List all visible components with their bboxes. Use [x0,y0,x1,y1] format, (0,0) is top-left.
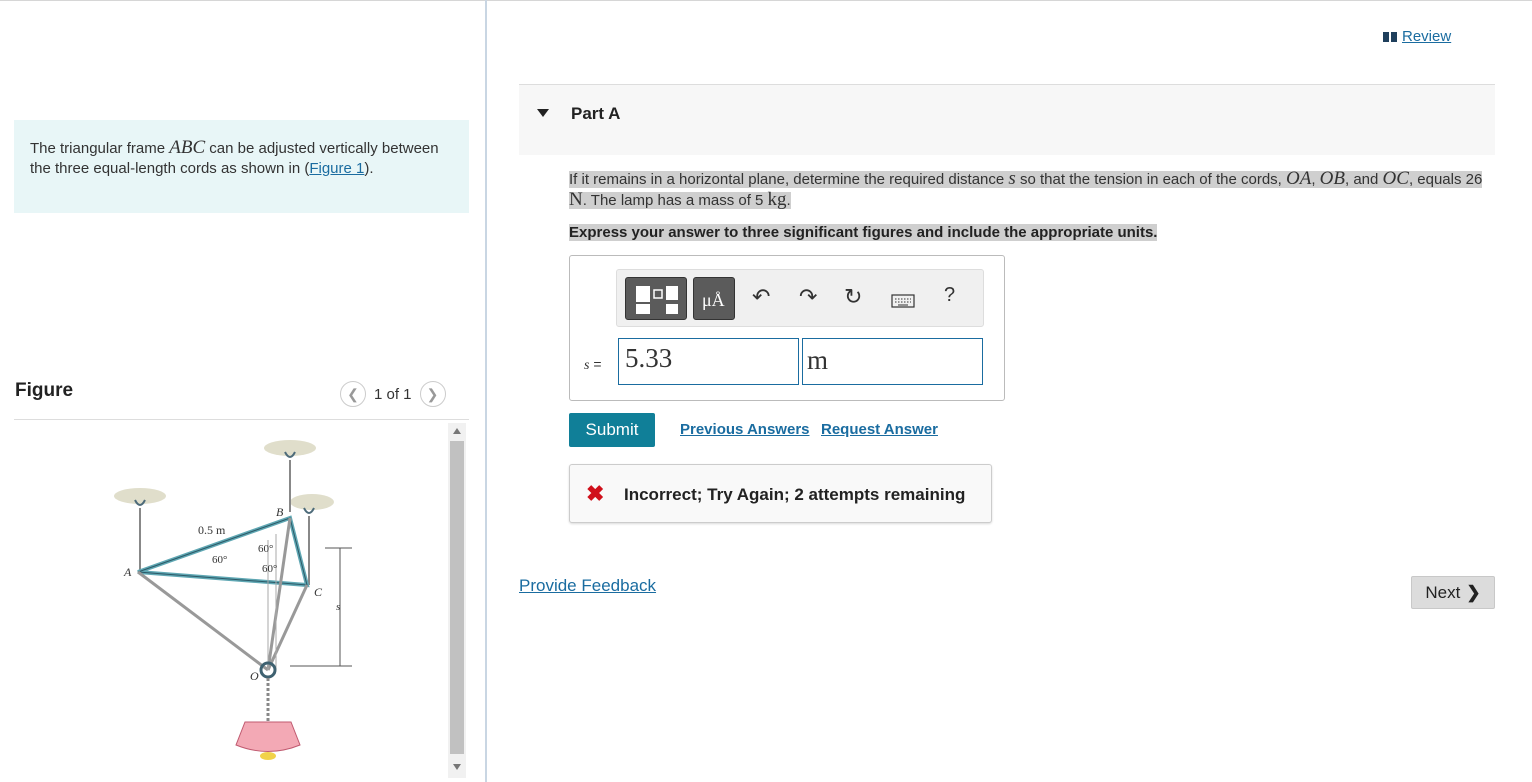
feedback-text: Incorrect; Try Again; 2 attempts remaini… [624,485,966,504]
scroll-down-icon[interactable] [453,764,461,770]
scroll-up-icon[interactable] [453,428,461,434]
point-label: O [250,669,259,683]
problem-intro: The triangular frame ABC can be adjusted… [14,120,469,213]
keyboard-icon[interactable] [891,294,915,308]
feedback-message: ✖ Incorrect; Try Again; 2 attempts remai… [569,464,992,523]
fraction-template-icon [636,286,678,314]
units-icon: μÅ [702,290,725,310]
answer-instructions: Express your answer to three significant… [569,224,1158,241]
dimension-label: s [336,601,340,613]
undo-icon[interactable]: ↶ [752,284,770,310]
chevron-right-icon: ❯ [426,385,439,402]
next-button[interactable]: Next ❯ [1411,576,1495,609]
figure-image: 0.5 m 60° 60° 60° A B C O s [100,430,360,775]
point-label: B [276,505,284,519]
help-icon[interactable]: ? [944,284,955,307]
top-border [0,0,1532,1]
unit-input[interactable]: m [802,338,983,385]
provide-feedback-link[interactable]: Provide Feedback [519,576,656,596]
previous-answers-link[interactable]: Previous Answers [680,421,810,438]
value-input[interactable]: 5.33 [618,338,799,385]
question-text: If it remains in a horizontal plane, det… [569,168,1483,210]
close-icon: ✖ [586,481,605,506]
math-toolbar: μÅ ↶ ↷ ↻ ? [616,269,984,327]
request-answer-link[interactable]: Request Answer [821,421,938,438]
point-label: C [314,585,323,599]
templates-button[interactable] [625,277,687,320]
figure-title: Figure [15,380,74,401]
angle-label: 60° [258,543,273,555]
angle-label: 60° [212,554,227,566]
book-icon [1383,31,1397,42]
distance-label: 0.5 m [198,523,226,537]
caret-down-icon[interactable] [537,109,549,117]
chevron-left-icon: ❮ [347,385,359,402]
figure-link[interactable]: Figure 1 [309,160,364,177]
point-label: A [123,565,132,579]
angle-label: 60° [262,563,277,575]
scroll-thumb[interactable] [450,441,464,754]
prev-figure-button[interactable]: ❮ [340,381,366,407]
review-link[interactable]: Review [1382,28,1451,45]
redo-icon[interactable]: ↷ [799,284,817,310]
submit-button[interactable]: Submit [569,413,655,447]
chevron-right-icon: ❯ [1466,582,1481,602]
part-title: Part A [571,104,621,123]
pane-divider[interactable] [485,0,487,782]
figure-separator [14,419,469,420]
reset-icon[interactable]: ↻ [844,284,862,310]
frame-diagram-icon: 0.5 m 60° 60° 60° A B C O s [114,440,352,760]
variable-label: s = [584,356,602,373]
answer-area: μÅ ↶ ↷ ↻ ? s = 5.33 m [569,255,1005,401]
frame-label: ABC [169,137,206,158]
next-figure-button[interactable]: ❯ [419,381,446,407]
part-header[interactable]: Part A [519,85,1495,155]
figure-count: 1 of 1 [374,385,412,403]
figure-pager: ❮ 1 of 1 ❯ [340,380,446,408]
units-button[interactable]: μÅ [693,277,735,320]
figure-scrollbar[interactable] [448,423,466,778]
